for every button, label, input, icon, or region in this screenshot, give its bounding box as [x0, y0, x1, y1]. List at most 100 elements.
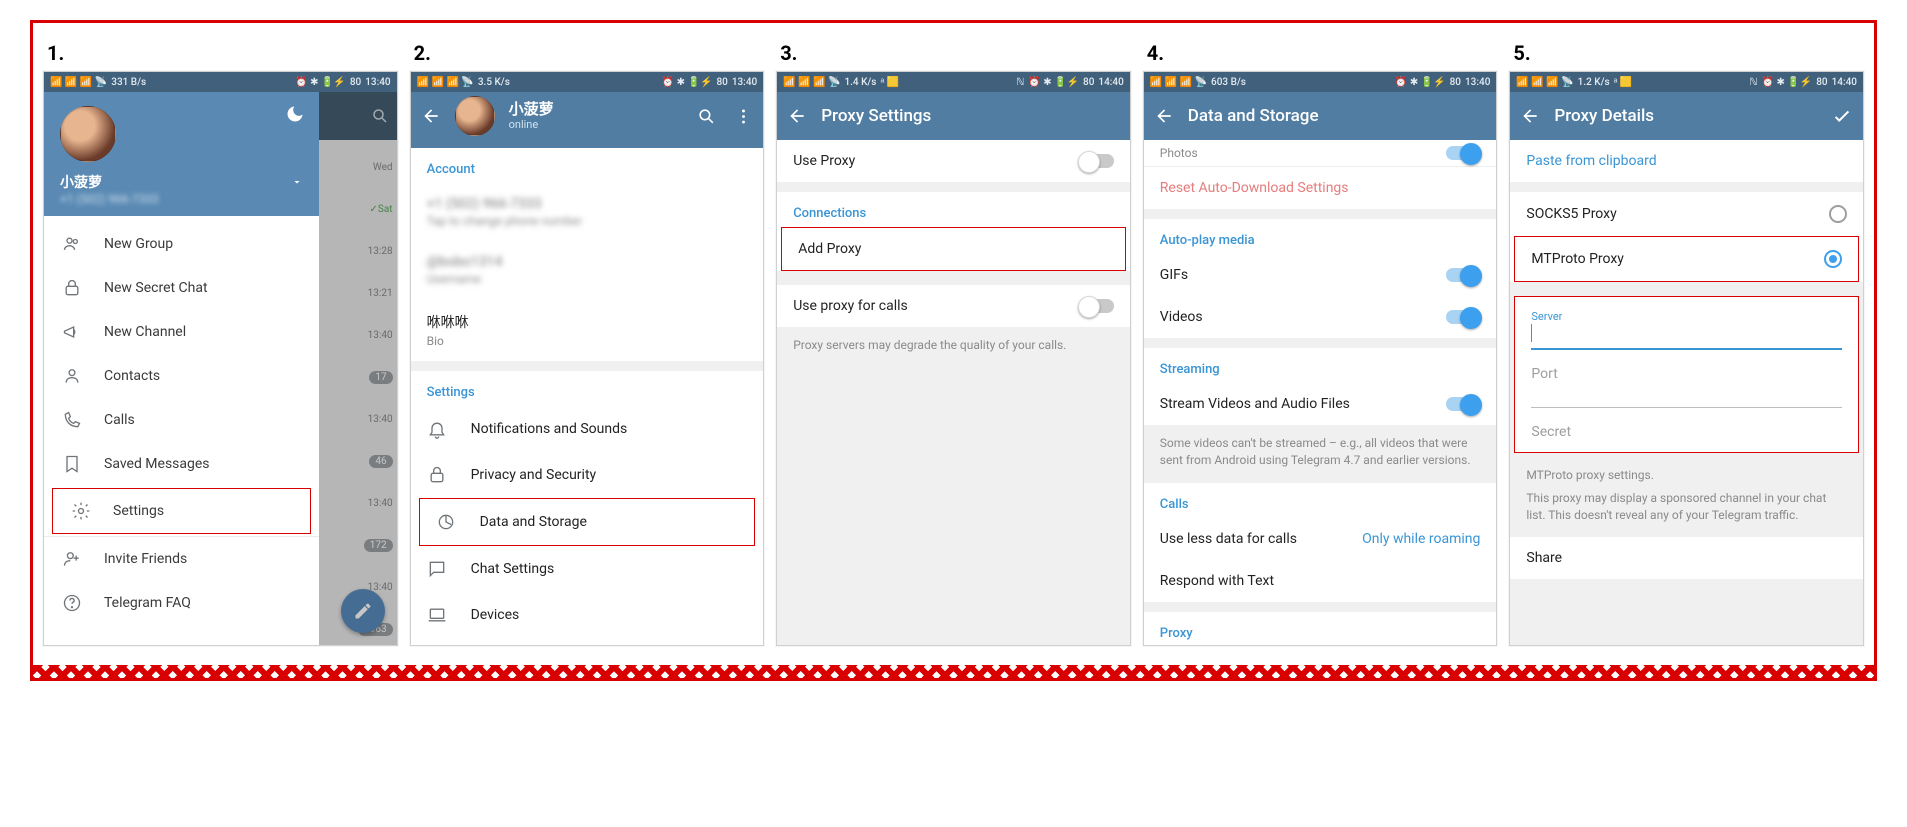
row-videos[interactable]: Videos — [1144, 296, 1497, 338]
status-bar: 📶 📶 📶 📡331 B/s ⏰ ✱ 🔋⚡8013:40 — [44, 72, 397, 92]
more-icon[interactable] — [734, 107, 753, 126]
page-title: Data and Storage — [1188, 106, 1487, 126]
row-stream[interactable]: Stream Videos and Audio Files — [1144, 383, 1497, 425]
field-port[interactable]: Port — [1515, 360, 1858, 418]
row-notifications[interactable]: Notifications and Sounds — [411, 406, 764, 452]
row-devices[interactable]: Devices — [411, 592, 764, 638]
drawer-phone: +1 (502) 966-7333 — [60, 192, 303, 206]
menu-new-channel[interactable]: New Channel — [44, 310, 319, 354]
night-mode-icon[interactable] — [285, 104, 305, 124]
row-paste[interactable]: Paste from clipboard — [1510, 140, 1863, 182]
menu-calls[interactable]: Calls — [44, 398, 319, 442]
menu-faq[interactable]: Telegram FAQ — [44, 581, 319, 625]
proxy-fields-box: Server Port Secret — [1514, 296, 1859, 453]
row-privacy[interactable]: Privacy and Security — [411, 452, 764, 498]
menu-settings[interactable]: Settings — [52, 488, 311, 534]
menu-saved[interactable]: Saved Messages — [44, 442, 319, 486]
radio-mtproto[interactable] — [1824, 250, 1842, 268]
back-arrow-icon[interactable] — [1520, 106, 1540, 126]
stream-hint: Some videos can't be streamed – e.g., al… — [1144, 425, 1497, 483]
step-number-2: 2. — [414, 41, 765, 65]
row-language[interactable]: Language — [411, 638, 764, 646]
row-socks5[interactable]: SOCKS5 Proxy — [1510, 192, 1863, 236]
step-3: 3. 📶 📶 📶 📡1.4 K/sᵃ 🟨 ℕ⏰ ✱ 🔋⚡8014:40 Prox… — [776, 41, 1131, 646]
section-proxy: Proxy — [1144, 612, 1497, 646]
section-connections: Connections — [777, 192, 1130, 227]
switch-gifs[interactable] — [1446, 268, 1480, 282]
row-username[interactable]: @bobo1314Username — [411, 241, 764, 299]
row-proxy-calls[interactable]: Use proxy for calls — [777, 285, 1130, 327]
step-2: 2. 📶 📶 📶 📡3.5 K/s ⏰ ✱ 🔋⚡8013:40 小菠萝 onli… — [410, 41, 765, 646]
field-server[interactable]: Server — [1515, 303, 1858, 360]
lock-icon — [427, 465, 447, 485]
avatar[interactable] — [455, 96, 495, 136]
page-title: Proxy Details — [1554, 106, 1817, 126]
bell-icon — [427, 419, 447, 439]
group-icon — [62, 234, 82, 254]
chat-icon — [427, 559, 447, 579]
step-1: 1. 📶 📶 📶 📡331 B/s ⏰ ✱ 🔋⚡8013:40 小菠萝 +1 (… — [43, 41, 398, 646]
menu-new-group[interactable]: New Group — [44, 222, 319, 266]
person-icon — [62, 366, 82, 386]
status-bar: 📶 📶 📶 📡1.4 K/sᵃ 🟨 ℕ⏰ ✱ 🔋⚡8014:40 — [777, 72, 1130, 92]
row-data-storage[interactable]: Data and Storage — [419, 498, 756, 546]
mtproto-hint: MTProto proxy settings. This proxy may d… — [1510, 457, 1863, 537]
radio-socks5[interactable] — [1829, 205, 1847, 223]
avatar[interactable] — [60, 106, 116, 162]
text-cursor — [1531, 324, 1532, 342]
row-gifs[interactable]: GIFs — [1144, 254, 1497, 296]
row-reset-autodl[interactable]: Reset Auto-Download Settings — [1144, 167, 1497, 209]
drawer-header[interactable]: 小菠萝 +1 (502) 966-7333 — [44, 92, 319, 216]
switch-proxy-calls[interactable] — [1080, 299, 1114, 313]
row-use-proxy[interactable]: Use Proxy — [777, 140, 1130, 182]
menu-invite[interactable]: Invite Friends — [44, 536, 319, 581]
phone-2: 📶 📶 📶 📡3.5 K/s ⏰ ✱ 🔋⚡8013:40 小菠萝 online … — [410, 71, 765, 646]
section-calls: Calls — [1144, 483, 1497, 518]
row-respond-text[interactable]: Respond with Text — [1144, 560, 1497, 602]
switch-videos[interactable] — [1446, 310, 1480, 324]
menu-new-secret[interactable]: New Secret Chat — [44, 266, 319, 310]
step-number-1: 1. — [47, 41, 398, 65]
status-bar: 📶 📶 📶 📡1.2 K/sᵃ 🟨 ℕ⏰ ✱ 🔋⚡8014:40 — [1510, 72, 1863, 92]
proxy-hint: Proxy servers may degrade the quality of… — [777, 327, 1130, 368]
search-icon[interactable] — [697, 107, 716, 126]
section-account: Account — [411, 148, 764, 183]
row-chat-settings[interactable]: Chat Settings — [411, 546, 764, 592]
back-arrow-icon[interactable] — [787, 106, 807, 126]
phone-4: 📶 📶 📶 📡603 B/s ⏰ ✱ 🔋⚡8013:40 Data and St… — [1143, 71, 1498, 646]
data-icon — [436, 512, 456, 532]
step-5: 5. 📶 📶 📶 📡1.2 K/sᵃ 🟨 ℕ⏰ ✱ 🔋⚡8014:40 Prox… — [1509, 41, 1864, 646]
lock-icon — [62, 278, 82, 298]
row-less-data[interactable]: Use less data for callsOnly while roamin… — [1144, 518, 1497, 560]
field-secret[interactable]: Secret — [1515, 418, 1858, 450]
nav-drawer: 小菠萝 +1 (502) 966-7333 New Group New Secr… — [44, 92, 319, 645]
step-number-5: 5. — [1513, 41, 1864, 65]
help-icon — [62, 593, 82, 613]
switch-photos[interactable] — [1446, 146, 1480, 160]
row-share[interactable]: Share — [1510, 537, 1863, 579]
row-photos[interactable]: Photos — [1144, 140, 1497, 166]
gear-icon — [71, 501, 91, 521]
profile-status: online — [509, 118, 554, 131]
person-plus-icon — [62, 549, 82, 569]
menu-contacts[interactable]: Contacts — [44, 354, 319, 398]
switch-use-proxy[interactable] — [1080, 154, 1114, 168]
switch-stream[interactable] — [1446, 397, 1480, 411]
profile-name: 小菠萝 — [509, 101, 554, 118]
back-arrow-icon[interactable] — [1154, 106, 1174, 126]
chevron-down-icon[interactable] — [291, 176, 303, 188]
row-bio[interactable]: 咻咻咻Bio — [411, 299, 764, 361]
laptop-icon — [427, 605, 447, 625]
section-settings: Settings — [411, 371, 764, 406]
chat-list-behind: Wed ✓ Sat 13:28 13:21 13:40 17 13:40 46 … — [319, 92, 397, 645]
row-add-proxy[interactable]: Add Proxy — [781, 227, 1126, 271]
row-mtproto[interactable]: MTProto Proxy — [1514, 236, 1859, 282]
server-label: Server — [1531, 310, 1562, 323]
compose-fab[interactable] — [341, 589, 385, 633]
search-icon[interactable] — [371, 107, 389, 125]
check-icon[interactable] — [1831, 105, 1853, 127]
row-phone[interactable]: +1 (502) 966-7333Tap to change phone num… — [411, 183, 764, 241]
phone-icon — [62, 410, 82, 430]
back-arrow-icon[interactable] — [421, 106, 441, 126]
megaphone-icon — [62, 322, 82, 342]
